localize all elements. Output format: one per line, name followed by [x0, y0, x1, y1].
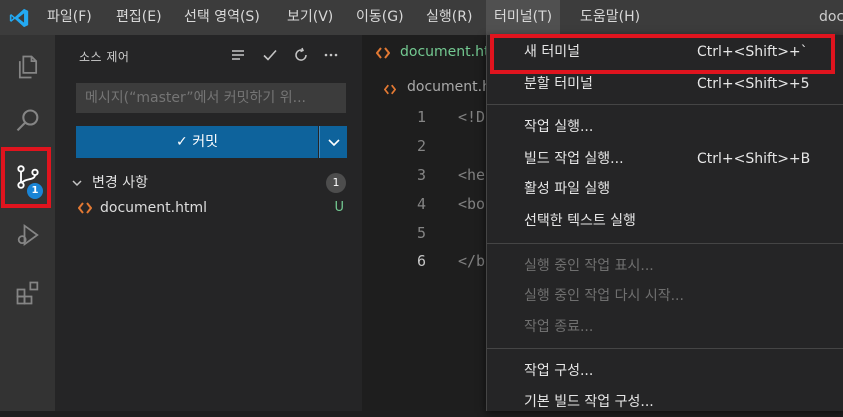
menu-edit[interactable]: 편집(E)	[116, 0, 162, 35]
menu-item-restart-running-task: 실행 중인 작업 다시 시작...	[487, 281, 843, 311]
ellipsis-icon	[324, 53, 338, 57]
menu-item-label: 빌드 작업 실행...	[524, 151, 624, 167]
menu-file[interactable]: 파일(F)	[47, 0, 92, 35]
menu-item-label: 기본 빌드 작업 구성...	[524, 394, 654, 410]
menu-go[interactable]: 이동(G)	[356, 0, 404, 35]
menu-item-label: 실행 중인 작업 다시 시작...	[524, 288, 684, 304]
menu-item-run-task[interactable]: 작업 실행...	[487, 112, 843, 142]
terminal-menu: 새 터미널 Ctrl+<Shift>+` 분할 터미널 Ctrl+<Shift>…	[486, 35, 843, 411]
commit-dropdown-button[interactable]	[319, 126, 347, 158]
run-debug-icon	[17, 223, 39, 247]
menu-help[interactable]: 도움말(H)	[580, 0, 640, 35]
vscode-logo-icon[interactable]	[8, 7, 30, 29]
line-number: 4	[416, 195, 426, 213]
tab-label: document.ht	[400, 44, 490, 60]
changes-count-badge: 1	[326, 173, 346, 193]
explorer-button[interactable]	[0, 43, 55, 91]
menu-item-label: 활성 파일 실행	[524, 181, 611, 197]
window-title: doc	[819, 9, 843, 25]
menu-item-run-build-task[interactable]: 빌드 작업 실행... Ctrl+<Shift>+B	[487, 144, 843, 174]
more-actions-button[interactable]	[319, 43, 343, 67]
commit-check-button[interactable]	[258, 43, 282, 67]
menu-item-terminate-task: 작업 종료...	[487, 312, 843, 342]
chevron-down-icon	[72, 180, 82, 187]
code-line[interactable]: <!D	[458, 108, 485, 126]
run-debug-button[interactable]	[0, 211, 55, 259]
menu-run[interactable]: 실행(R)	[426, 0, 472, 35]
menu-item-label: 선택한 텍스트 실행	[524, 213, 636, 229]
html-file-icon	[384, 84, 396, 95]
menu-item-label: 작업 종료...	[524, 319, 594, 335]
menu-separator	[487, 348, 843, 349]
source-control-highlight	[1, 147, 51, 208]
menu-separator	[487, 104, 843, 105]
files-icon	[18, 55, 37, 79]
chevron-down-icon	[327, 139, 340, 147]
code-line[interactable]: </b	[458, 252, 485, 270]
line-number: 2	[416, 137, 426, 155]
menu-item-label: 작업 구성...	[524, 363, 594, 379]
activity-bar	[0, 35, 55, 411]
check-icon	[263, 49, 277, 61]
code-line[interactable]: <he	[458, 166, 485, 184]
menu-item-shortcut: Ctrl+<Shift>+B	[697, 151, 811, 167]
menu-selection[interactable]: 선택 영역(S)	[184, 0, 260, 35]
new-terminal-highlight	[490, 34, 835, 74]
untracked-status: U	[334, 200, 344, 215]
menu-item-configure-default-build-task[interactable]: 기본 빌드 작업 구성...	[487, 387, 843, 417]
menu-item-label: 작업 실행...	[524, 119, 594, 135]
menu-item-show-running-tasks: 실행 중인 작업 표시...	[487, 251, 843, 281]
search-button[interactable]	[0, 97, 55, 145]
menu-item-run-selected-text[interactable]: 선택한 텍스트 실행	[487, 206, 843, 236]
tab-document-html[interactable]: document.ht	[362, 35, 492, 70]
changes-group[interactable]: 변경 사항 1	[69, 171, 346, 195]
changes-label: 변경 사항	[92, 175, 148, 191]
menu-item-run-active-file[interactable]: 활성 파일 실행	[487, 174, 843, 204]
source-control-panel: 소스 제어 ✓ 커밋 변경 사항 1 document.html U	[55, 35, 362, 411]
line-number: 1	[416, 108, 426, 126]
menu-separator	[487, 243, 843, 244]
extensions-icon	[16, 281, 38, 305]
view-as-tree-button[interactable]	[226, 43, 250, 67]
menu-item-label: 실행 중인 작업 표시...	[524, 258, 654, 274]
html-file-icon	[376, 47, 390, 59]
changed-file-item[interactable]: document.html U	[76, 197, 346, 219]
refresh-button[interactable]	[289, 43, 313, 67]
search-icon	[16, 109, 38, 132]
line-number: 3	[416, 166, 426, 184]
changed-file-name: document.html	[100, 200, 207, 216]
menu-view[interactable]: 보기(V)	[287, 0, 333, 35]
panel-title: 소스 제어	[79, 50, 130, 64]
html-file-icon	[78, 202, 92, 214]
line-number: 6	[416, 252, 426, 270]
extensions-button[interactable]	[0, 269, 55, 317]
menu-item-configure-tasks[interactable]: 작업 구성...	[487, 356, 843, 386]
list-icon	[232, 50, 244, 60]
code-line[interactable]: <bo	[458, 195, 485, 213]
commit-message-input[interactable]	[76, 83, 346, 113]
menu-terminal[interactable]: 터미널(T)	[486, 0, 561, 35]
commit-button[interactable]: ✓ 커밋	[76, 126, 318, 158]
refresh-icon	[295, 47, 307, 61]
line-number: 5	[416, 224, 426, 242]
breadcrumb[interactable]: document.h	[407, 79, 491, 95]
title-bar: 파일(F) 편집(E) 선택 영역(S) 보기(V) 이동(G) 실행(R) 터…	[0, 0, 843, 35]
